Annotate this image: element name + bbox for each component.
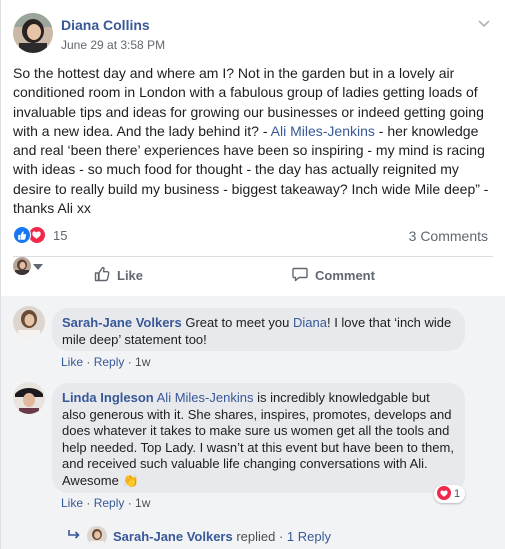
like-reaction-icon[interactable] xyxy=(13,226,31,244)
comment-author[interactable]: Sarah-Jane Volkers xyxy=(62,315,182,330)
author-avatar[interactable] xyxy=(13,13,53,53)
speech-bubble-icon xyxy=(291,265,309,286)
comment-mention-link[interactable]: Diana xyxy=(293,315,327,330)
commenter-avatar[interactable] xyxy=(13,306,45,338)
thumbs-up-icon xyxy=(93,265,111,286)
facebook-post: Diana Collins June 29 at 3:58 PM So the … xyxy=(0,0,505,549)
post-action-bar: Like Comment xyxy=(13,256,493,297)
replier-avatar xyxy=(87,526,107,546)
comment-reply-link[interactable]: Reply xyxy=(94,355,125,369)
like-button[interactable]: Like xyxy=(93,265,143,286)
chevron-down-icon[interactable] xyxy=(478,17,490,31)
reply-action-text: replied xyxy=(232,528,276,544)
comment-count[interactable]: 3 Comments xyxy=(409,228,488,244)
comments-section: Sarah-Jane Volkers Great to meet you Dia… xyxy=(1,296,505,549)
comment-mention-link[interactable]: Ali Miles-Jenkins xyxy=(157,390,254,405)
comment-reply-link[interactable]: Reply xyxy=(94,496,125,510)
comment-time[interactable]: 1w xyxy=(135,496,150,510)
comment-author[interactable]: Linda Ingleson xyxy=(62,390,154,405)
replier-name: Sarah-Jane Volkers xyxy=(113,528,233,544)
meta-separator: · xyxy=(124,496,136,510)
reactions-row: 15 3 Comments xyxy=(13,224,488,248)
meta-separator: · xyxy=(83,496,94,510)
reply-count: 1 Reply xyxy=(286,528,331,544)
post-timestamp[interactable]: June 29 at 3:58 PM xyxy=(61,38,165,52)
meta-separator: · xyxy=(275,528,287,544)
reaction-count[interactable]: 15 xyxy=(53,228,67,243)
view-replies-link[interactable]: Sarah-Jane Volkers replied · 1 Reply xyxy=(67,526,331,546)
love-reaction-icon xyxy=(437,485,451,503)
comment-bubble: Sarah-Jane Volkers Great to meet you Dia… xyxy=(52,308,465,351)
comment-like-link[interactable]: Like xyxy=(61,355,83,369)
reply-arrow-icon xyxy=(67,529,81,544)
comment-text-1: Great to meet you xyxy=(181,315,293,330)
commenter-avatar[interactable] xyxy=(13,382,45,414)
comment-reaction-badge[interactable]: 1 xyxy=(434,485,466,503)
caret-down-icon xyxy=(33,257,43,275)
post-header: Diana Collins June 29 at 3:58 PM xyxy=(13,13,493,57)
like-button-label: Like xyxy=(117,268,144,283)
meta-separator: · xyxy=(83,355,94,369)
comment-like-link[interactable]: Like xyxy=(61,496,83,510)
comment-time[interactable]: 1w xyxy=(135,355,150,369)
audience-selector[interactable] xyxy=(13,257,493,275)
comment-button[interactable]: Comment xyxy=(291,265,375,286)
comment-reaction-count: 1 xyxy=(454,488,461,500)
comment-meta: Like · Reply · 1w xyxy=(61,496,150,510)
comment-bubble: Linda Ingleson Ali Miles-Jenkins is incr… xyxy=(52,383,465,493)
comment-button-label: Comment xyxy=(315,268,375,283)
post-body: So the hottest day and where am I? Not i… xyxy=(13,64,493,218)
meta-separator: · xyxy=(124,355,136,369)
comment-meta: Like · Reply · 1w xyxy=(61,355,150,369)
post-author-name[interactable]: Diana Collins xyxy=(61,17,150,33)
viewer-avatar xyxy=(13,257,31,275)
post-mention-link[interactable]: Ali Miles-Jenkins xyxy=(271,123,375,139)
